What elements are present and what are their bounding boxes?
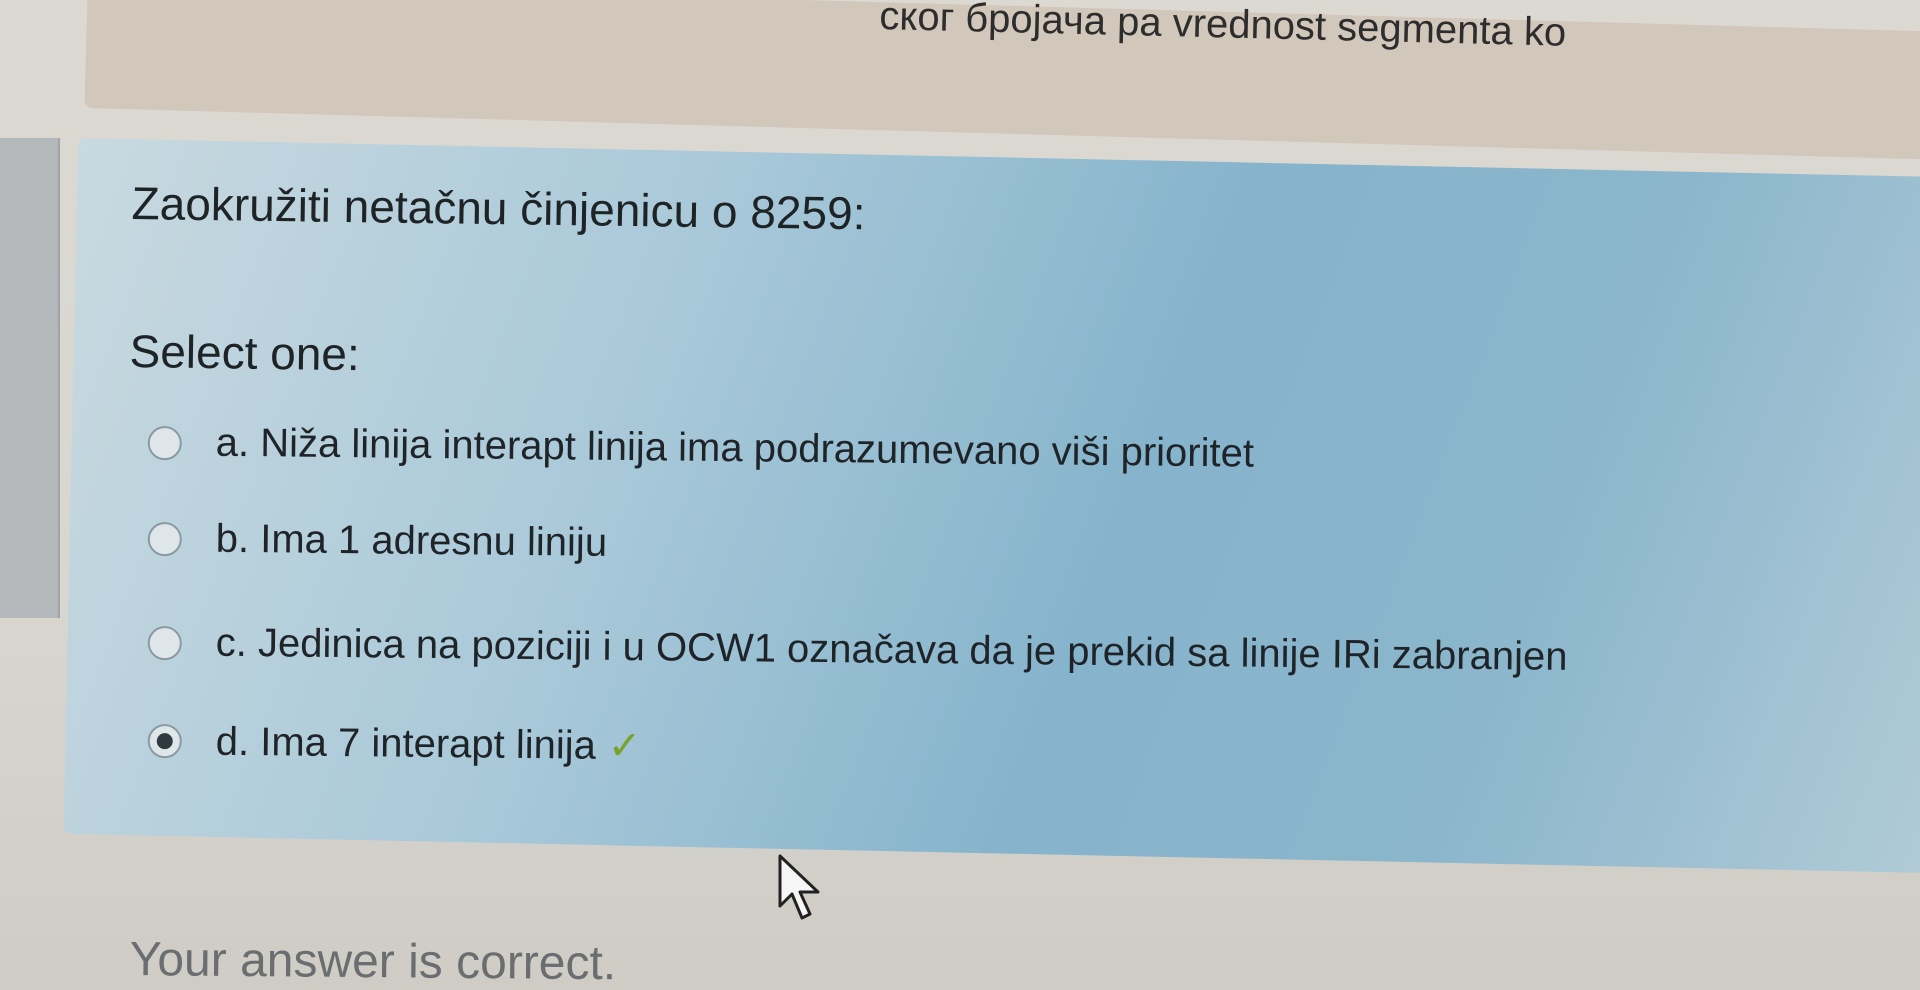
question-info-sidebar — [0, 138, 60, 618]
checkmark-icon: ✓ — [607, 723, 642, 769]
feedback-message: Your answer is correct. — [129, 932, 617, 990]
screen: ског бројача pa vrednost segmenta ko Zao… — [0, 0, 1920, 990]
option-d-label[interactable]: d. Ima 7 interapt linija — [216, 719, 597, 768]
radio-option-c[interactable] — [147, 625, 182, 660]
option-b-label[interactable]: b. Ima 1 adresnu liniju — [216, 517, 608, 566]
radio-option-b[interactable] — [147, 521, 182, 556]
option-d[interactable]: d. Ima 7 interapt linija ✓ — [147, 718, 642, 769]
radio-option-d[interactable] — [147, 723, 182, 759]
mouse-pointer-icon — [778, 854, 820, 920]
select-one-prompt: Select one: — [129, 324, 361, 381]
option-b[interactable]: b. Ima 1 adresnu liniju — [147, 516, 608, 566]
radio-option-a[interactable] — [147, 425, 182, 460]
question-text: Zaokružiti netačnu činjenicu o 8259: — [131, 176, 866, 240]
